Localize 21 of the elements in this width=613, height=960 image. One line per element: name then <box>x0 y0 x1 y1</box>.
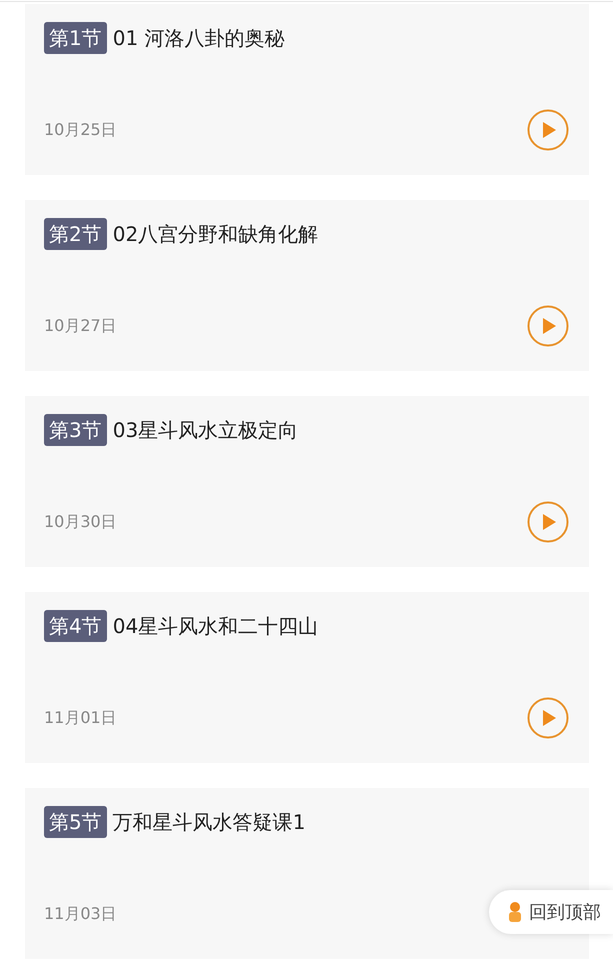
lesson-date: 11月03日 <box>44 904 117 924</box>
lesson-title[interactable]: 04星斗风水和二十四山 <box>112 612 318 640</box>
lesson-date: 10月25日 <box>44 120 117 140</box>
lesson-title[interactable]: 万和星斗风水答疑课1 <box>112 808 306 836</box>
lesson-date: 10月30日 <box>44 512 117 532</box>
lesson-title[interactable]: 01 河洛八卦的奥秘 <box>112 24 285 52</box>
lesson-badge: 第4节 <box>44 610 107 642</box>
play-icon[interactable] <box>527 109 569 151</box>
lesson-badge: 第5节 <box>44 806 107 838</box>
back-to-top-button[interactable]: 回到顶部 <box>489 890 613 934</box>
lesson-title[interactable]: 03星斗风水立极定向 <box>112 416 298 444</box>
lesson-title[interactable]: 02八宫分野和缺角化解 <box>112 220 318 248</box>
play-icon[interactable] <box>527 501 569 543</box>
lesson-badge: 第2节 <box>44 218 107 250</box>
play-icon[interactable] <box>527 305 569 347</box>
lesson-badge: 第1节 <box>44 22 107 54</box>
lesson-date: 11月01日 <box>44 708 117 728</box>
lesson-date: 10月27日 <box>44 316 117 336</box>
person-icon <box>507 901 523 923</box>
lesson-badge: 第3节 <box>44 414 107 446</box>
play-icon[interactable] <box>527 697 569 739</box>
